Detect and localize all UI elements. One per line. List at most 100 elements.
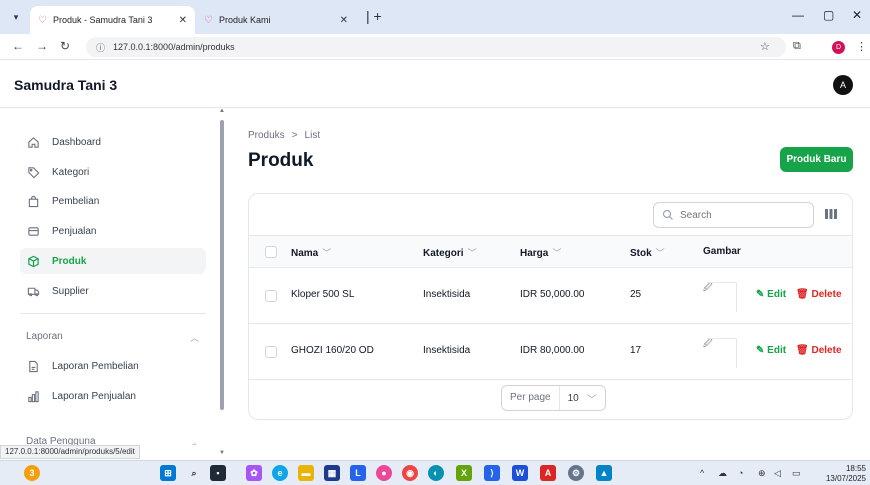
sidebar-group-data-pengguna[interactable]: Data Pengguna [26, 436, 96, 445]
close-window-icon[interactable]: ✕ [852, 8, 862, 22]
user-avatar[interactable]: A [833, 75, 853, 95]
minimize-icon[interactable]: — [792, 8, 804, 22]
bookmark-star-icon[interactable]: ☆ [760, 40, 770, 53]
column-header-stok[interactable]: Stok ﹀ [630, 246, 665, 259]
column-header-nama[interactable]: Nama ﹀ [291, 246, 331, 259]
taskbar-search-icon[interactable]: ⌕ [186, 465, 202, 481]
edit-button[interactable]: ✎ Edit [756, 289, 786, 300]
browser-tab-produk-kami[interactable]: ♡ Produk Kami ✕ [196, 6, 356, 34]
sidebar-group-laporan[interactable]: Laporan [26, 331, 63, 342]
delete-button[interactable]: 🗑 Delete [796, 345, 842, 356]
edit-label: Edit [767, 345, 787, 356]
app-pink-icon[interactable]: ● [376, 465, 392, 481]
maximize-icon[interactable]: ▢ [823, 8, 834, 22]
store-icon[interactable]: ▦ [324, 465, 340, 481]
site-info-icon[interactable]: ⓘ [96, 41, 105, 54]
tag-icon [26, 165, 40, 179]
tray-app-icon[interactable]: ◔ [738, 468, 743, 478]
sidebar-item-penjualan[interactable]: Penjualan [20, 218, 206, 244]
sidebar-item-supplier[interactable]: Supplier [20, 278, 206, 304]
inbox-icon [26, 224, 40, 238]
per-page-select[interactable]: Per page 10 ﹀ [501, 385, 606, 411]
row-checkbox[interactable] [265, 290, 277, 302]
page-title: Produk [248, 150, 314, 171]
weather-icon[interactable]: 3 [24, 465, 40, 481]
scrollbar-thumb[interactable] [220, 120, 224, 410]
breadcrumb: Produks > List [248, 130, 320, 141]
per-page-label: Per page [502, 386, 560, 410]
search-field[interactable] [653, 202, 814, 228]
new-product-button[interactable]: Produk Baru [780, 147, 853, 172]
chevron-up-icon[interactable]: ︿ [190, 331, 199, 344]
reload-icon[interactable]: ↻ [60, 39, 70, 53]
vscode-icon[interactable]: ⟩ [484, 465, 500, 481]
truck-icon [26, 284, 40, 298]
windows-start-icon[interactable]: ⊞ [160, 465, 176, 481]
word-icon[interactable]: W [512, 465, 528, 481]
copilot-icon[interactable]: ✿ [246, 465, 262, 481]
shopping-bag-icon [26, 194, 40, 208]
new-tab-icon[interactable]: | + [366, 8, 382, 24]
row-checkbox[interactable] [265, 346, 277, 358]
edit-button[interactable]: ✎ Edit [756, 345, 786, 356]
app-teal-icon[interactable]: ◐ [428, 465, 444, 481]
cell-harga: IDR 80,000.00 [520, 345, 585, 356]
browser-tab-produk-samudra[interactable]: ♡ Produk - Samudra Tani 3 ✕ [30, 6, 195, 34]
url-field[interactable]: ⓘ 127.0.0.1:8000/admin/produks [86, 37, 786, 57]
chevron-up-icon[interactable]: ︿ [190, 436, 199, 445]
sidebar: Dashboard Kategori Pembelian Penjualan P… [0, 108, 218, 445]
sidebar-item-pembelian[interactable]: Pembelian [20, 188, 206, 214]
system-clock[interactable]: 18:55 13/07/2025 [822, 464, 866, 484]
address-bar: ← → ↻ ⓘ 127.0.0.1:8000/admin/produks ☆ ⧉… [0, 34, 870, 60]
column-label: Nama [291, 248, 319, 259]
tab-close-icon[interactable]: ✕ [179, 15, 187, 26]
edit-icon: ✎ [756, 289, 765, 300]
cell-harga: IDR 50,000.00 [520, 289, 585, 300]
breadcrumb-separator-icon: > [291, 130, 298, 141]
taskbar: 3 ⊞ ⌕ ▪ ✿ e ▬ ▦ L ● ◉ ◐ X ⟩ W A ⚙ ▲ ^ ☁ … [0, 460, 870, 485]
select-all-checkbox[interactable] [265, 246, 277, 258]
tab-search-icon[interactable]: ▾ [8, 9, 24, 25]
extensions-icon[interactable]: ⧉ [793, 40, 801, 53]
back-icon[interactable]: ← [12, 39, 24, 53]
column-header-harga[interactable]: Harga ﹀ [520, 246, 561, 259]
tab-close-icon[interactable]: ✕ [340, 15, 348, 26]
forward-icon[interactable]: → [36, 39, 48, 53]
task-view-icon[interactable]: ▪ [210, 465, 226, 481]
column-toggle-icon[interactable] [824, 208, 838, 220]
cube-icon [26, 254, 40, 268]
tab-favicon-icon: ♡ [38, 14, 47, 26]
file-explorer-icon[interactable]: ▬ [298, 465, 314, 481]
scroll-down-icon[interactable]: ▼ [218, 450, 226, 456]
app-l-icon[interactable]: L [350, 465, 366, 481]
breadcrumb-produks[interactable]: Produks [248, 130, 285, 141]
xampp-icon[interactable]: X [456, 465, 472, 481]
photos-icon[interactable]: ▲ [596, 465, 612, 481]
battery-icon[interactable]: ▭ [792, 468, 801, 479]
delete-button[interactable]: 🗑 Delete [796, 289, 842, 300]
sidebar-item-label: Produk [52, 255, 87, 267]
sidebar-item-produk[interactable]: Produk [20, 248, 206, 274]
edge-icon[interactable]: e [272, 465, 288, 481]
sidebar-scrollbar[interactable]: ▲ ▼ [218, 108, 226, 460]
network-icon[interactable]: ⊕ [758, 468, 766, 479]
chrome-icon[interactable]: ◉ [402, 465, 418, 481]
pdf-reader-icon[interactable]: A [540, 465, 556, 481]
tray-cloud-icon[interactable]: ☁ [718, 468, 727, 479]
volume-icon[interactable]: ◁ [774, 468, 781, 479]
scroll-up-icon[interactable]: ▲ [218, 108, 226, 114]
column-header-kategori[interactable]: Kategori ﹀ [423, 246, 477, 259]
table-pagination: Per page 10 ﹀ [249, 380, 852, 419]
settings-icon[interactable]: ⚙ [568, 465, 584, 481]
sidebar-item-laporan-pembelian[interactable]: Laporan Pembelian [20, 353, 206, 379]
brand-title[interactable]: Samudra Tani 3 [14, 77, 117, 93]
browser-profile-avatar[interactable]: D [832, 41, 845, 54]
sidebar-item-kategori[interactable]: Kategori [20, 159, 206, 185]
sidebar-item-label: Kategori [52, 166, 90, 178]
cell-stok: 25 [630, 289, 642, 300]
sidebar-item-laporan-penjualan[interactable]: Laporan Penjualan [20, 383, 206, 409]
sidebar-item-dashboard[interactable]: Dashboard [20, 129, 206, 155]
search-input[interactable] [680, 209, 800, 221]
browser-menu-icon[interactable]: ⋮ [856, 40, 867, 53]
tray-chevron-up-icon[interactable]: ^ [700, 468, 704, 478]
